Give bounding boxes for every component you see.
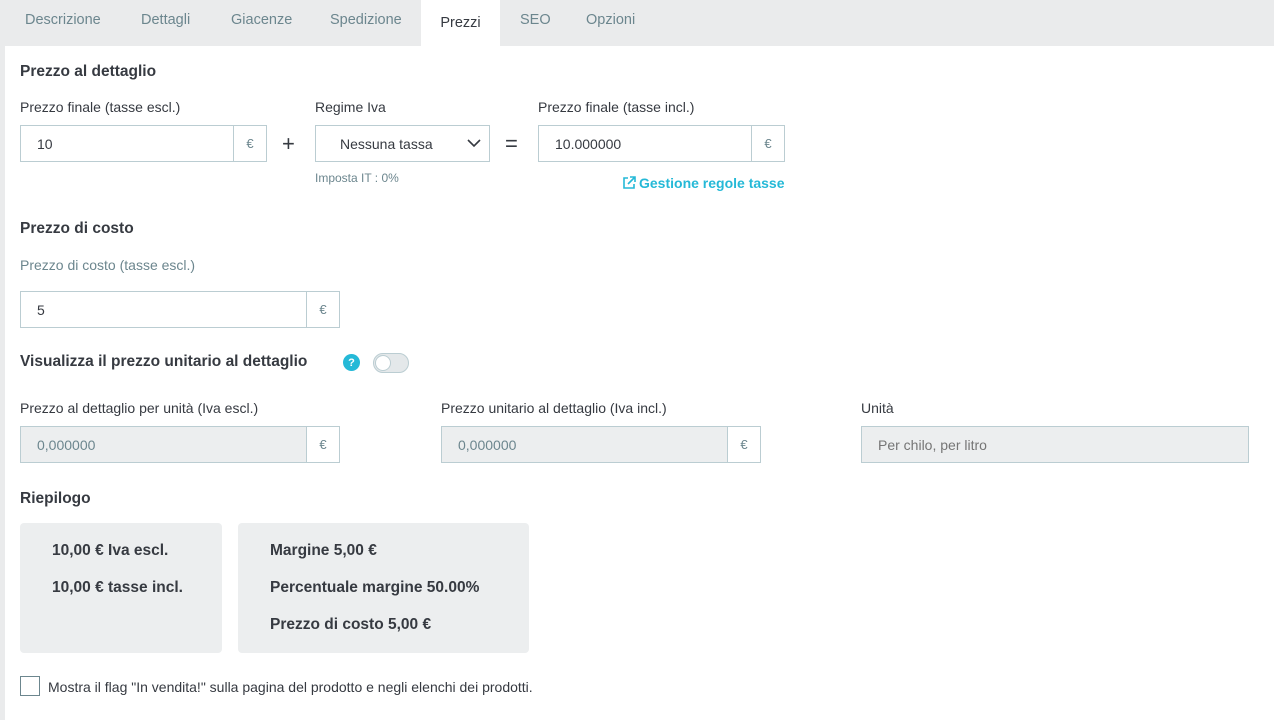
tab-bar: Descrizione Dettagli Giacenze Spedizione… [0, 0, 1274, 46]
unit-input [862, 427, 1248, 462]
summary-margin: Margine 5,00 € [270, 542, 377, 559]
currency-addon: € [727, 427, 760, 462]
price-incl-input[interactable] [539, 126, 751, 161]
help-icon[interactable]: ? [343, 354, 360, 371]
manage-tax-rules-link[interactable]: Gestione regole tasse [621, 175, 785, 191]
tab-spedizione[interactable]: Spedizione [330, 0, 402, 46]
price-incl-field: € [538, 125, 785, 162]
currency-addon: € [306, 292, 339, 327]
cost-price-label: Prezzo di costo (tasse escl.) [20, 257, 196, 273]
price-incl-label: Prezzo finale (tasse incl.) [538, 99, 695, 115]
retail-price-title: Prezzo al dettaglio [20, 63, 157, 80]
unit-price-toggle[interactable] [373, 353, 409, 373]
currency-addon: € [233, 126, 266, 161]
tab-giacenze[interactable]: Giacenze [231, 0, 292, 46]
unit-price-incl-label: Prezzo unitario al dettaglio (Iva incl.) [441, 400, 667, 416]
on-sale-checkbox[interactable] [20, 676, 40, 696]
price-excl-input[interactable] [21, 126, 233, 161]
toggle-knob [375, 355, 391, 371]
tab-opzioni[interactable]: Opzioni [586, 0, 635, 46]
unit-field [861, 426, 1249, 463]
cost-price-title: Prezzo di costo [20, 220, 134, 237]
tab-prezzi[interactable]: Prezzi [421, 0, 500, 46]
unit-price-incl-field: € [441, 426, 761, 463]
equals-sign: = [505, 131, 518, 156]
summary-incl: 10,00 € tasse incl. [52, 579, 183, 596]
price-excl-field: € [20, 125, 267, 162]
summary-title: Riepilogo [20, 490, 91, 507]
unit-price-excl-field: € [20, 426, 340, 463]
unit-label: Unità [861, 400, 894, 416]
price-excl-label: Prezzo finale (tasse escl.) [20, 99, 181, 115]
summary-price-card: 10,00 € Iva escl. 10,00 € tasse incl. [20, 523, 222, 653]
manage-tax-rules-text: Gestione regole tasse [639, 175, 785, 191]
currency-addon: € [751, 126, 784, 161]
summary-margin-card: Margine 5,00 € Percentuale margine 50.00… [238, 523, 529, 653]
summary-margin-pct: Percentuale margine 50.00% [270, 579, 480, 596]
on-sale-label[interactable]: Mostra il flag "In vendita!" sulla pagin… [48, 679, 533, 695]
summary-excl: 10,00 € Iva escl. [52, 542, 169, 559]
unit-price-title: Visualizza il prezzo unitario al dettagl… [20, 353, 308, 370]
unit-price-excl-label: Prezzo al dettaglio per unità (Iva escl.… [20, 400, 259, 416]
summary-cost: Prezzo di costo 5,00 € [270, 616, 432, 633]
cost-price-input[interactable] [21, 292, 306, 327]
external-link-icon [621, 175, 637, 191]
tax-note: Imposta IT : 0% [315, 171, 399, 185]
unit-price-excl-input [21, 427, 306, 462]
tab-descrizione[interactable]: Descrizione [25, 0, 101, 46]
tax-rule-select[interactable]: Nessuna tassa [315, 125, 490, 162]
currency-addon: € [306, 427, 339, 462]
unit-price-incl-input [442, 427, 727, 462]
chevron-down-icon [459, 139, 489, 148]
cost-price-field: € [20, 291, 340, 328]
plus-sign: + [282, 131, 295, 156]
tab-dettagli[interactable]: Dettagli [141, 0, 190, 46]
tax-rule-label: Regime Iva [315, 99, 386, 115]
tab-seo[interactable]: SEO [520, 0, 551, 46]
tax-rule-value: Nessuna tassa [340, 135, 433, 152]
